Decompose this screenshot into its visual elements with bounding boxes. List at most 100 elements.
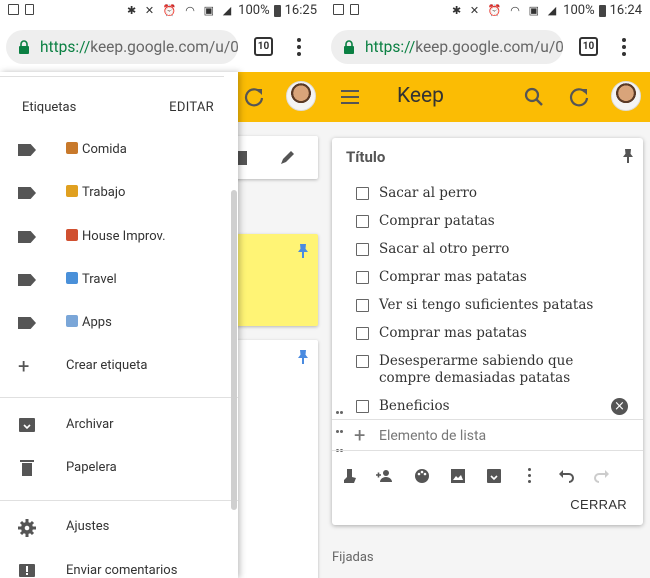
checkbox[interactable] <box>356 243 369 256</box>
checkbox[interactable] <box>356 187 369 200</box>
search-icon[interactable] <box>523 86 545 108</box>
archive-icon[interactable] <box>486 468 502 484</box>
clock: 16:25 <box>284 3 317 18</box>
checkbox[interactable] <box>356 215 369 228</box>
divider <box>332 419 643 420</box>
sd-card-icon <box>25 4 34 15</box>
url-field[interactable]: https://keep.google.com/u/0. <box>6 30 238 64</box>
pinned-section-heading: Fijadas <box>332 550 374 565</box>
trash-item[interactable]: Papelera <box>0 448 238 488</box>
palette-icon[interactable] <box>414 468 430 484</box>
drawer-label-item[interactable]: Trabajo <box>0 173 238 213</box>
note-title[interactable]: Título <box>346 148 385 166</box>
avatar[interactable] <box>286 81 316 111</box>
archive-item[interactable]: Archivar <box>0 405 238 445</box>
labels-heading: Etiquetas <box>22 100 77 115</box>
label-icon <box>18 272 36 288</box>
edit-labels-button[interactable]: EDITAR <box>169 100 214 115</box>
checkbox[interactable] <box>356 271 369 284</box>
avatar[interactable] <box>611 81 641 111</box>
drawer-scrollbar[interactable] <box>231 190 237 510</box>
system-icons: ✱ ✕ ⏰ ◠ ▣ ◢ <box>451 4 560 17</box>
list-item[interactable]: Comprar patatas <box>379 213 619 230</box>
divider <box>0 500 238 501</box>
add-list-item-input[interactable]: Elemento de lista <box>379 428 486 444</box>
status-bar: ✱ ✕ ⏰ ◠ ▣ ◢ 100% 16:25 <box>0 0 325 24</box>
url-field[interactable]: https://keep.google.com/u/0. <box>331 30 563 64</box>
browser-menu-button[interactable] <box>296 38 302 58</box>
pen-icon[interactable] <box>278 149 296 167</box>
feedback-icon <box>19 564 35 577</box>
label-text: Apps <box>82 315 112 330</box>
label-icon <box>18 142 36 158</box>
status-right: ✱ ✕ ⏰ ◠ ▣ ◢ 100% 16:25 <box>127 3 317 18</box>
checkbox[interactable] <box>356 400 369 413</box>
undo-icon[interactable] <box>558 468 574 484</box>
left-screen: ✱ ✕ ⏰ ◠ ▣ ◢ 100% 16:25 https://keep.goog… <box>0 0 325 578</box>
checkbox[interactable] <box>356 355 369 368</box>
drawer-label-item[interactable]: Comida <box>0 130 238 170</box>
gallery-icon <box>333 4 344 15</box>
divider <box>0 76 224 77</box>
list-item-active[interactable]: Beneficios <box>379 398 619 415</box>
checkbox[interactable] <box>356 299 369 312</box>
settings-item[interactable]: Ajustes <box>0 507 238 547</box>
airplane-emoji <box>66 272 78 284</box>
drawer-label-item[interactable]: House Improv. <box>0 217 238 257</box>
list-item[interactable]: Comprar mas patatas <box>379 269 619 286</box>
list-item[interactable]: Sacar al perro <box>379 185 619 202</box>
settings-label: Ajustes <box>66 519 110 534</box>
close-button[interactable]: CERRAR <box>570 497 627 512</box>
battery-icon <box>598 4 606 17</box>
label-icon <box>18 185 36 201</box>
pin-icon[interactable] <box>623 149 633 163</box>
pin-icon[interactable] <box>298 350 308 364</box>
tab-switcher-button[interactable]: 10 <box>254 37 273 56</box>
refresh-icon[interactable] <box>243 86 265 108</box>
refresh-icon[interactable] <box>568 86 590 108</box>
create-label-item[interactable]: + Crear etiqueta <box>0 346 238 386</box>
create-label-text: Crear etiqueta <box>66 358 148 373</box>
divider <box>0 397 238 398</box>
menu-icon[interactable] <box>341 90 359 104</box>
browser-menu-button[interactable] <box>621 38 627 58</box>
label-text: House Improv. <box>82 229 166 244</box>
remove-item-icon[interactable]: × <box>611 398 628 415</box>
status-right: ✱ ✕ ⏰ ◠ ▣ ◢ 100% 16:24 <box>452 3 642 18</box>
checkbox[interactable] <box>356 327 369 340</box>
drawer-label-item[interactable]: Apps <box>0 303 238 343</box>
trash-icon <box>20 460 34 476</box>
drag-handle-icon[interactable] <box>336 400 346 452</box>
list-item[interactable]: Sacar al otro perro <box>379 241 619 258</box>
image-icon[interactable] <box>450 468 466 484</box>
label-text: Comida <box>82 142 127 157</box>
battery-icon <box>273 4 281 17</box>
pin-icon[interactable] <box>298 244 308 258</box>
add-collaborator-icon[interactable] <box>376 468 392 484</box>
url-host: keep.google.com/u/0. <box>415 38 563 56</box>
label-icon <box>18 315 36 331</box>
system-icons: ✱ ✕ ⏰ ◠ ▣ ◢ <box>126 4 235 17</box>
list-item[interactable]: Comprar mas patatas <box>379 325 619 342</box>
more-options-icon[interactable] <box>528 468 532 484</box>
battery-percent: 100% <box>563 3 595 18</box>
drawer-label-item[interactable]: Travel <box>0 260 238 300</box>
gear-icon <box>18 519 36 537</box>
trash-label: Papelera <box>66 460 117 475</box>
feedback-label: Enviar comentarios <box>66 563 178 578</box>
notification-icons <box>333 4 359 15</box>
tab-switcher-button[interactable]: 10 <box>579 37 598 56</box>
house-emoji <box>66 229 78 241</box>
navigation-drawer: Etiquetas EDITAR Comida Trabajo House Im… <box>0 72 238 578</box>
redo-icon[interactable] <box>594 468 610 484</box>
lock-icon <box>344 40 354 54</box>
label-text: Travel <box>82 272 117 287</box>
list-item[interactable]: Ver si tengo suficientes patatas <box>379 297 619 314</box>
plus-icon: + <box>18 354 30 378</box>
food-emoji <box>66 142 78 154</box>
sd-card-icon <box>350 4 359 15</box>
reminder-icon[interactable] <box>342 468 358 484</box>
list-item[interactable]: Desesperarme sabiendo que compre demasia… <box>379 353 619 387</box>
feedback-item[interactable]: Enviar comentarios <box>0 551 238 578</box>
clock: 16:24 <box>609 3 642 18</box>
